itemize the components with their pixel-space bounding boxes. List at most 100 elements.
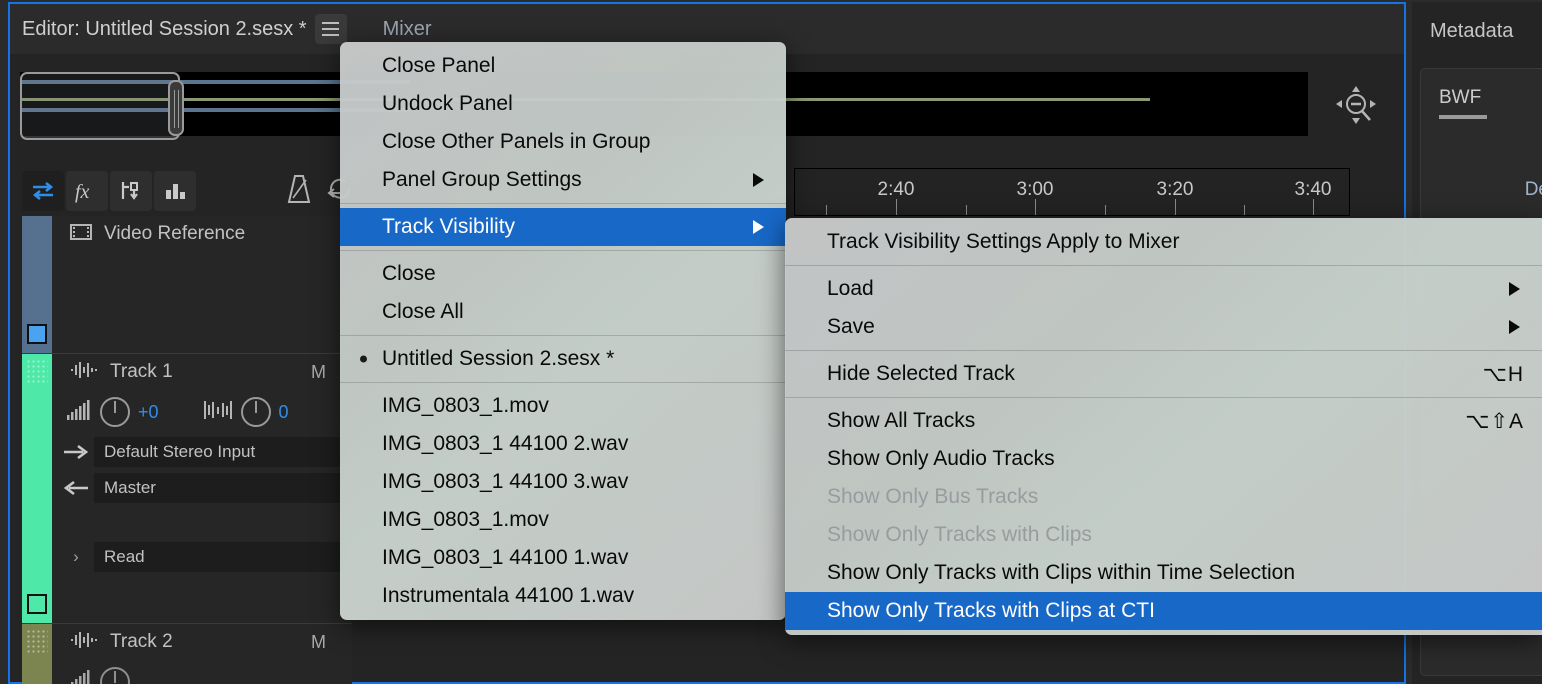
ruler-tick <box>896 199 897 215</box>
toolbar-button-meters[interactable] <box>154 171 196 211</box>
hamburger-icon <box>322 22 339 24</box>
track-row-track-2[interactable]: Track 2 M <box>22 624 352 684</box>
ruler-tick <box>1035 199 1036 215</box>
mute-button[interactable]: M <box>311 362 326 383</box>
track-input-select[interactable]: Default Stereo Input <box>94 437 346 467</box>
menu-item-hide-selected-track[interactable]: Hide Selected Track ⌥H <box>785 355 1542 393</box>
menu-separator <box>340 203 786 204</box>
menu-item-undock-panel[interactable]: Undock Panel <box>340 85 786 123</box>
track-select-swatch[interactable] <box>27 594 47 614</box>
track-select-swatch[interactable] <box>27 324 47 344</box>
menu-item-show-only-tracks-with-clips-at-cti[interactable]: Show Only Tracks with Clips at CTI <box>785 592 1542 630</box>
volume-meter-icon <box>66 399 92 426</box>
pan-knob[interactable] <box>241 397 271 427</box>
menu-item-file[interactable]: IMG_0803_1.mov <box>340 501 786 539</box>
menu-item-file[interactable]: IMG_0803_1 44100 1.wav <box>340 539 786 577</box>
menu-item-file[interactable]: IMG_0803_1 44100 2.wav <box>340 425 786 463</box>
menu-item-panel-group-settings[interactable]: Panel Group Settings <box>340 161 786 199</box>
svg-text:fx: fx <box>75 181 90 203</box>
track-output-select[interactable]: Master <box>94 473 346 503</box>
track-grip-dots <box>26 629 48 655</box>
timeline-ruler[interactable]: 2:40 3:00 3:20 3:40 <box>794 168 1350 216</box>
menu-item-file[interactable]: Instrumentala 44100 1.wav <box>340 577 786 615</box>
menu-item-label: Hide Selected Track <box>827 362 1483 386</box>
chevron-right-icon[interactable]: › <box>58 547 94 567</box>
menu-item-label: Undock Panel <box>382 92 768 116</box>
ruler-label: 3:00 <box>1017 179 1054 201</box>
metronome-icon[interactable] <box>282 172 316 211</box>
menu-item-show-all-tracks[interactable]: Show All Tracks ⌥⇧A <box>785 402 1542 440</box>
tab-mixer[interactable]: Mixer <box>383 18 432 41</box>
hamburger-icon <box>322 28 339 30</box>
mute-button[interactable]: M <box>311 632 326 653</box>
pan-value[interactable]: 0 <box>279 402 299 423</box>
toolbar-button-automation[interactable] <box>110 171 152 211</box>
menu-item-close-all[interactable]: Close All <box>340 293 786 331</box>
tab-bwf-underline <box>1439 115 1487 119</box>
menu-item-show-only-bus-tracks: Show Only Bus Tracks <box>785 478 1542 516</box>
volume-meter-icon <box>66 669 92 684</box>
menu-item-label: Show Only Tracks with Clips <box>827 523 1524 547</box>
menu-item-show-only-tracks-with-clips-within-time-selection[interactable]: Show Only Tracks with Clips within Time … <box>785 554 1542 592</box>
menu-item-untitled-session[interactable]: Untitled Session 2.sesx * <box>340 340 786 378</box>
toolbar-button-effects[interactable]: fx <box>66 171 108 211</box>
volume-value[interactable]: +0 <box>138 402 159 423</box>
menu-item-label: Untitled Session 2.sesx * <box>382 347 768 371</box>
menu-item-close-other-panels-in-group[interactable]: Close Other Panels in Group <box>340 123 786 161</box>
film-strip-icon <box>70 223 92 246</box>
ruler-tick <box>1105 205 1106 215</box>
menu-item-label: IMG_0803_1.mov <box>382 394 768 418</box>
track-visibility-submenu[interactable]: Track Visibility Settings Apply to Mixer… <box>785 218 1542 635</box>
track-row-track-1[interactable]: Track 1 M <box>22 354 352 624</box>
metadata-partial-label: De <box>1525 179 1542 201</box>
volume-knob[interactable] <box>100 667 130 684</box>
menu-item-file[interactable]: IMG_0803_1.mov <box>340 387 786 425</box>
navigator-handle[interactable] <box>20 72 180 140</box>
tab-editor[interactable]: Editor: Untitled Session 2.sesx * <box>22 18 307 41</box>
track-color-strip[interactable] <box>22 354 52 623</box>
track-name[interactable]: Track 2 <box>110 631 173 653</box>
metadata-panel-title[interactable]: Metadata <box>1430 20 1542 43</box>
menu-item-label: Instrumentala 44100 1.wav <box>382 584 768 608</box>
tab-bwf[interactable]: BWF <box>1439 87 1542 109</box>
menu-separator <box>340 250 786 251</box>
track-name[interactable]: Track 1 <box>110 361 173 383</box>
zoom-out-full-icon[interactable] <box>1332 82 1380 130</box>
menu-item-show-only-audio-tracks[interactable]: Show Only Audio Tracks <box>785 440 1542 478</box>
menu-item-save[interactable]: Save <box>785 308 1542 346</box>
menu-item-track-visibility-settings-apply-to-mixer[interactable]: Track Visibility Settings Apply to Mixer <box>785 223 1542 261</box>
menu-item-file[interactable]: IMG_0803_1 44100 3.wav <box>340 463 786 501</box>
menu-item-track-visibility[interactable]: Track Visibility <box>340 208 786 246</box>
waveform-icon <box>70 361 98 384</box>
track-row-video-reference[interactable]: Video Reference <box>22 216 352 354</box>
menu-item-label: Show Only Tracks with Clips at CTI <box>827 599 1524 623</box>
automation-mode-select[interactable]: Read <box>94 542 346 572</box>
track-color-strip[interactable] <box>22 216 52 353</box>
submenu-caret-icon <box>1509 282 1520 296</box>
menu-separator <box>785 397 1542 398</box>
toolbar-button-move[interactable] <box>22 171 64 211</box>
navigator-resize-grip[interactable] <box>168 80 184 136</box>
fx-icon: fx <box>74 179 100 203</box>
menu-separator <box>340 335 786 336</box>
menu-separator <box>340 382 786 383</box>
menu-item-label: IMG_0803_1 44100 2.wav <box>382 432 768 456</box>
automation-icon <box>118 180 144 202</box>
track-color-strip[interactable] <box>22 624 52 684</box>
menu-item-label: IMG_0803_1 44100 3.wav <box>382 470 768 494</box>
volume-knob[interactable] <box>100 397 130 427</box>
menu-item-label: Show All Tracks <box>827 409 1465 433</box>
output-arrow-icon <box>58 480 94 496</box>
menu-item-load[interactable]: Load <box>785 270 1542 308</box>
ruler-tick <box>1175 199 1176 215</box>
menu-item-close[interactable]: Close <box>340 255 786 293</box>
track-name[interactable]: Video Reference <box>104 223 245 245</box>
menu-item-label: Close <box>382 262 768 286</box>
menu-item-label: Save <box>827 315 1524 339</box>
double-arrow-icon <box>30 180 56 202</box>
ruler-label: 3:40 <box>1295 179 1332 201</box>
panel-menu-button[interactable] <box>315 14 347 44</box>
panel-context-menu[interactable]: Close Panel Undock Panel Close Other Pan… <box>340 42 786 620</box>
menu-item-close-panel[interactable]: Close Panel <box>340 47 786 85</box>
ruler-tick <box>966 205 967 215</box>
